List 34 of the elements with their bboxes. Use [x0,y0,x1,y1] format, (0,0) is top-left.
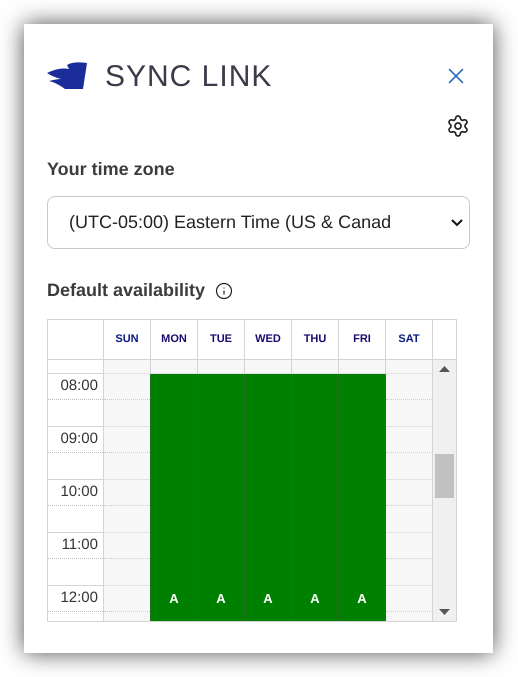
info-icon [215,282,234,300]
scroll-up-icon [439,366,450,372]
time-label: 08:00 [60,376,98,396]
availability-marker: A [216,590,226,608]
day-header: MON [151,320,198,359]
scrollbar[interactable] [433,360,456,621]
day-header: FRI [339,320,386,359]
time-label: 12:00 [60,588,98,608]
availability-block[interactable]: A [291,374,339,621]
day-header: SUN [104,320,151,359]
gear-icon [446,114,470,138]
availability-marker: A [169,590,179,608]
availability-marker: A [263,590,273,608]
scroll-thumb[interactable] [435,454,454,498]
settings-button[interactable] [446,114,470,138]
availability-marker: A [310,590,320,608]
availability-block[interactable]: A [338,374,386,621]
availability-block[interactable]: A [150,374,198,621]
day-header: TUE [198,320,245,359]
availability-marker: A [357,590,367,608]
app-title: SYNC LINK [105,58,272,94]
chevron-down-icon [451,218,463,226]
availability-block[interactable]: A [197,374,245,621]
day-header: THU [292,320,339,359]
day-header: WED [245,320,292,359]
time-label: 10:00 [60,482,98,502]
day-header: SAT [386,320,433,359]
scroll-down-icon [439,609,450,615]
availability-block[interactable]: A [244,374,292,621]
availability-label: Default availability [47,279,206,302]
time-label: 11:00 [62,535,98,556]
time-label: 09:00 [60,429,98,450]
timezone-label: Your time zone [47,158,176,181]
timezone-select[interactable]: (UTC-05:00) Eastern Time (US & Canad [47,196,470,249]
